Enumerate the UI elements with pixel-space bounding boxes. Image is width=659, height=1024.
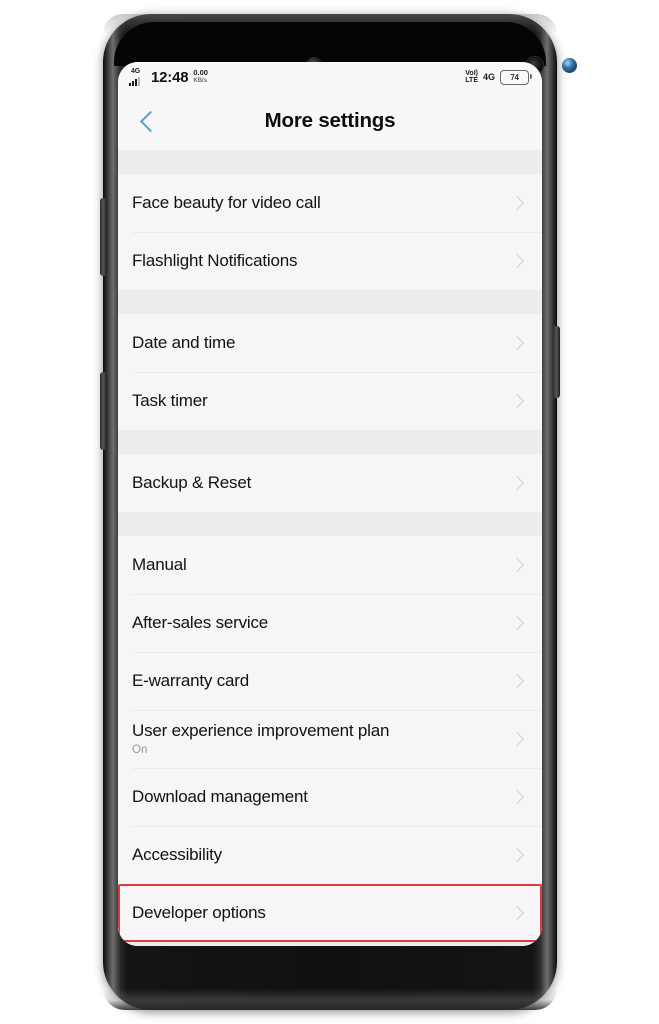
list-group-gap: [118, 942, 542, 946]
list-item-texts: Download management: [132, 777, 512, 816]
list-group-gap: [118, 512, 542, 536]
volte-icon: VoI) LTE: [465, 70, 478, 85]
list-item-download-management[interactable]: Download management: [118, 768, 542, 826]
list-item-texts: Accessibility: [132, 835, 512, 874]
list-item-user-experience-improvement-plan[interactable]: User experience improvement plan On: [118, 710, 542, 768]
chevron-right-icon: [509, 253, 525, 269]
list-item-label: User experience improvement plan: [132, 721, 390, 741]
signal-network-label: 4G: [131, 67, 140, 75]
list-item-label: Accessibility: [132, 845, 222, 865]
app-header: More settings: [118, 92, 542, 150]
list-item-task-timer[interactable]: Task timer: [118, 372, 542, 430]
list-item-developer-options[interactable]: Developer options: [118, 884, 542, 942]
settings-group: Manual After-sales service E-warranty ca…: [118, 536, 542, 942]
list-item-flashlight-notifications[interactable]: Flashlight Notifications: [118, 232, 542, 290]
chevron-right-icon: [509, 393, 525, 409]
chevron-right-icon: [509, 673, 525, 689]
power-button[interactable]: [553, 326, 560, 398]
volume-down-button[interactable]: [100, 372, 107, 450]
status-bar-clock: 12:48: [151, 68, 189, 86]
page-title: More settings: [264, 109, 396, 132]
list-item-texts: Backup & Reset: [132, 463, 512, 502]
settings-group: Face beauty for video call Flashlight No…: [118, 174, 542, 290]
network-speed-unit: KB/s: [193, 77, 208, 84]
chevron-right-icon: [509, 789, 525, 805]
list-item-backup-and-reset[interactable]: Backup & Reset: [118, 454, 542, 512]
list-item-label: Flashlight Notifications: [132, 251, 298, 271]
iris-camera-icon: [562, 58, 577, 73]
list-item-texts: Manual: [132, 545, 512, 584]
list-item-texts: User experience improvement plan On: [132, 711, 512, 766]
settings-list: Face beauty for video call Flashlight No…: [118, 150, 542, 946]
network-speed-indicator: 0.00 KB/s: [193, 69, 208, 84]
list-item-texts: E-warranty card: [132, 661, 512, 700]
volte-label-bottom: LTE: [465, 77, 478, 84]
chevron-right-icon: [509, 335, 525, 351]
list-item-label: Download management: [132, 787, 308, 807]
list-item-label: Face beauty for video call: [132, 193, 321, 213]
chevron-right-icon: [509, 615, 525, 631]
battery-icon: 74: [500, 69, 532, 85]
list-group-gap: [118, 150, 542, 174]
status-bar-right: VoI) LTE 4G 74: [465, 69, 532, 85]
list-item-accessibility[interactable]: Accessibility: [118, 826, 542, 884]
list-item-texts: After-sales service: [132, 603, 512, 642]
signal-strength-icon: 4G: [129, 67, 146, 86]
list-item-label: After-sales service: [132, 613, 269, 633]
battery-percentage: 74: [510, 72, 519, 82]
back-button[interactable]: [126, 99, 170, 143]
list-item-texts: Task timer: [132, 381, 512, 420]
mobile-data-icon: 4G: [482, 72, 495, 82]
list-item-label: E-warranty card: [132, 671, 249, 691]
list-item-face-beauty-for-video-call[interactable]: Face beauty for video call: [118, 174, 542, 232]
list-item-label: Developer options: [132, 903, 266, 923]
volume-up-button[interactable]: [100, 198, 107, 276]
chevron-right-icon: [509, 731, 525, 747]
chevron-right-icon: [509, 557, 525, 573]
list-item-texts: Flashlight Notifications: [132, 241, 512, 280]
list-item-after-sales-service[interactable]: After-sales service: [118, 594, 542, 652]
status-bar: 4G 12:48 0.00 KB/s VoI) LTE 4G 74: [118, 62, 542, 92]
list-item-date-and-time[interactable]: Date and time: [118, 314, 542, 372]
list-item-label: Backup & Reset: [132, 473, 252, 493]
list-item-texts: Face beauty for video call: [132, 183, 512, 222]
list-item-label: Manual: [132, 555, 187, 575]
list-group-gap: [118, 430, 542, 454]
settings-group: Backup & Reset: [118, 454, 542, 512]
list-item-status-value: On: [132, 743, 148, 756]
network-speed-value: 0.00: [193, 68, 208, 77]
chevron-right-icon: [509, 475, 525, 491]
settings-group: Date and time Task timer: [118, 314, 542, 430]
volte-label-top: VoI): [465, 69, 478, 77]
chevron-left-icon: [139, 110, 161, 132]
chevron-right-icon: [509, 847, 525, 863]
chevron-right-icon: [509, 905, 525, 921]
list-item-texts: Date and time: [132, 323, 512, 362]
list-item-manual[interactable]: Manual: [118, 536, 542, 594]
phone-top-bezel: [114, 22, 577, 74]
phone-screen: 4G 12:48 0.00 KB/s VoI) LTE 4G 74 More s…: [118, 62, 542, 946]
list-item-texts: Developer options: [132, 893, 512, 932]
list-item-label: Date and time: [132, 333, 236, 353]
list-item-label: Task timer: [132, 391, 208, 411]
status-bar-left: 4G 12:48 0.00 KB/s: [129, 67, 208, 86]
list-item-e-warranty-card[interactable]: E-warranty card: [118, 652, 542, 710]
chevron-right-icon: [509, 195, 525, 211]
signal-bars-icon: [129, 76, 140, 86]
list-group-gap: [118, 290, 542, 314]
